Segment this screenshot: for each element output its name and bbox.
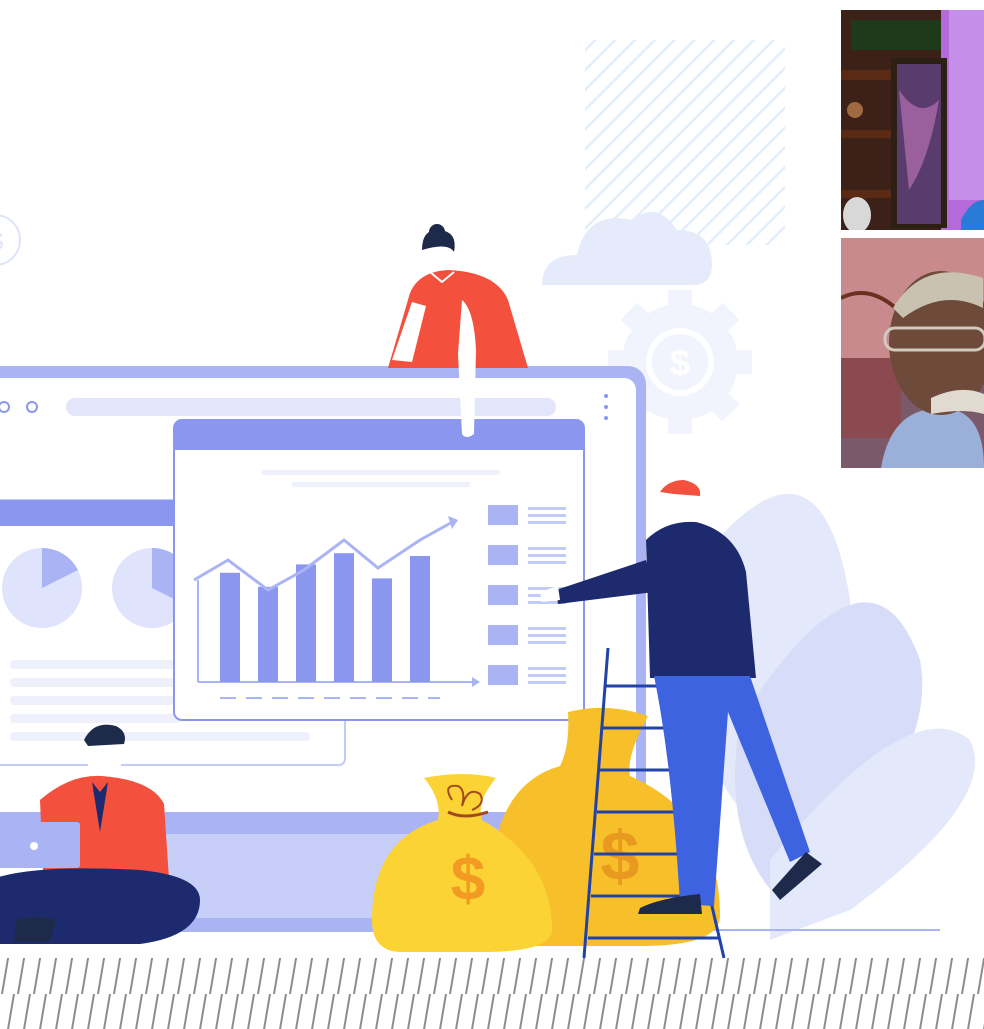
illustration-canvas: $ $ $ <box>0 40 984 1029</box>
participant-video-feed <box>841 238 984 468</box>
participant-video-feed <box>841 10 984 230</box>
chart-bar <box>220 572 240 682</box>
chart-bar <box>258 586 278 682</box>
dollar-coin-icon: $ <box>0 214 21 266</box>
chart-bar <box>334 553 354 682</box>
chart-bar <box>410 556 430 682</box>
svg-text:$: $ <box>601 817 640 895</box>
diagonal-stripe-band <box>0 958 984 1029</box>
video-tile-participant-2[interactable] <box>841 238 984 468</box>
svg-text:$: $ <box>0 226 4 256</box>
chart-widget <box>173 419 585 721</box>
svg-text:$: $ <box>670 342 690 383</box>
laptop-icon <box>0 822 80 868</box>
video-tile-participant-1[interactable] <box>841 10 984 230</box>
pie-chart-icon <box>2 547 82 628</box>
svg-text:$: $ <box>451 845 485 914</box>
hatched-background <box>585 40 785 245</box>
chart-bar <box>296 564 316 682</box>
address-bar <box>66 398 556 416</box>
chart-bar <box>372 578 392 682</box>
